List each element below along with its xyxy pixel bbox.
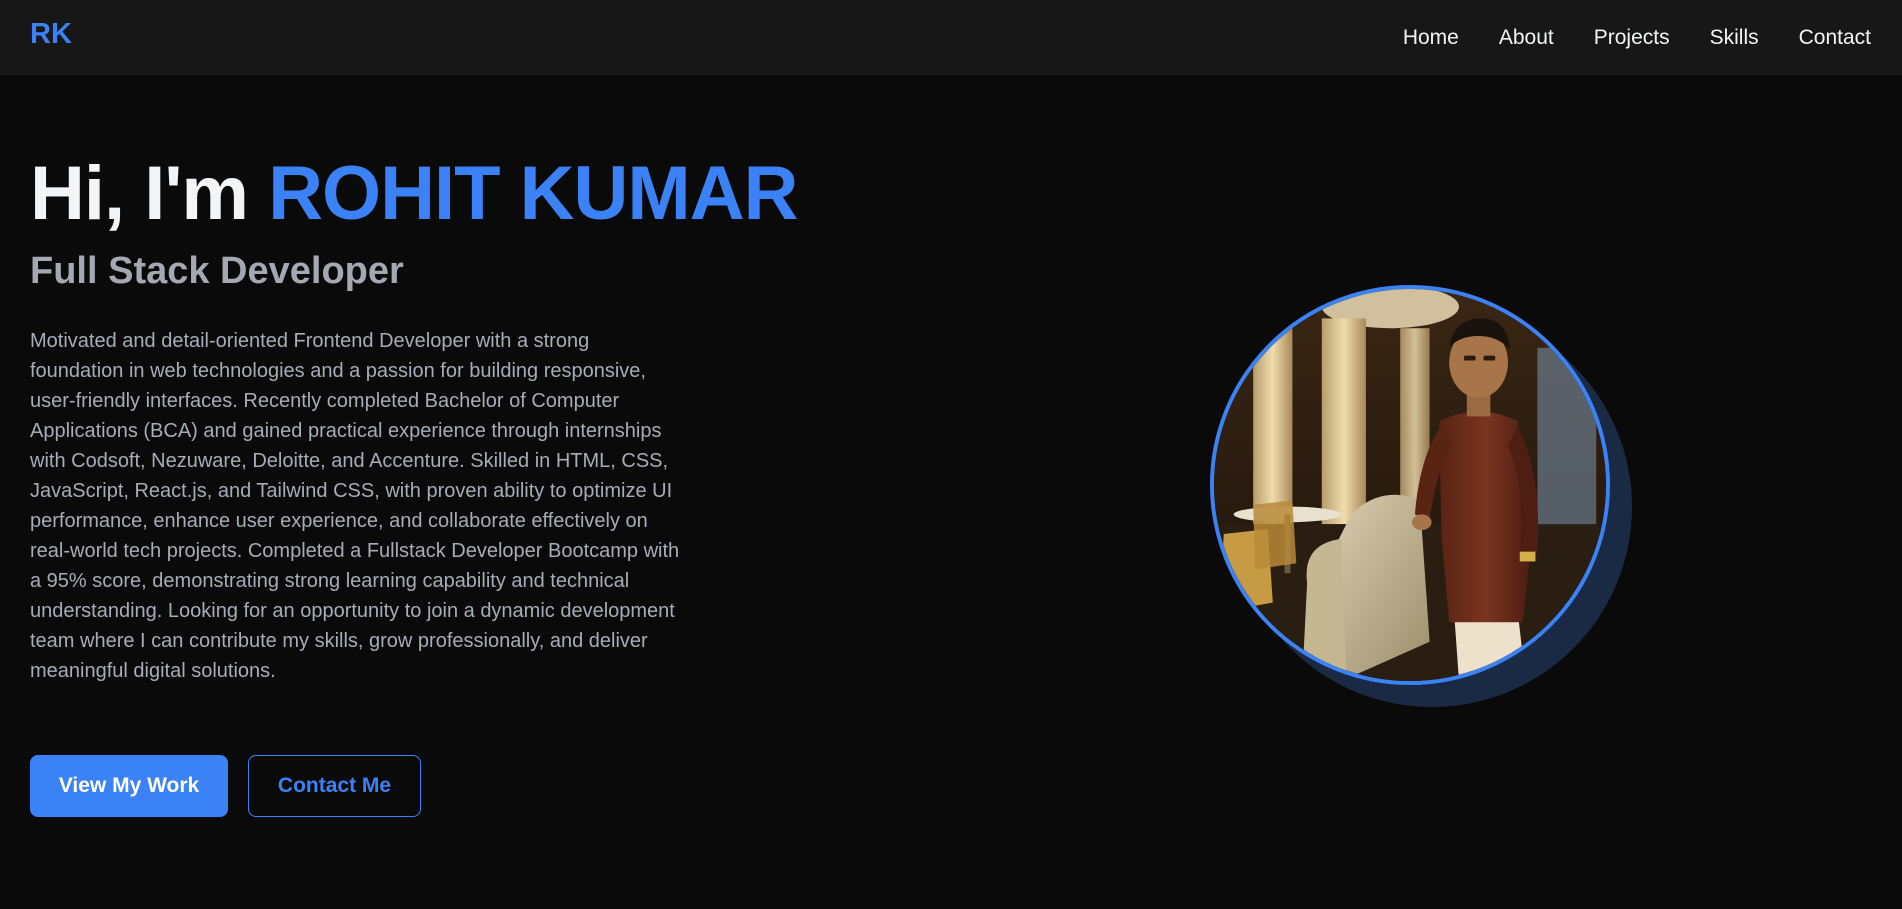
contact-me-button[interactable]: Contact Me [248,755,421,817]
profile-photo-wrapper [1210,285,1632,707]
profile-photo-image [1214,289,1606,681]
nav-link-home[interactable]: Home [1403,26,1459,50]
nav-link-projects[interactable]: Projects [1594,26,1670,50]
hero-greeting: Hi, I'm [30,151,249,236]
logo[interactable]: RK [30,18,72,51]
hero-bio: Motivated and detail-oriented Frontend D… [30,330,680,682]
nav-link-contact[interactable]: Contact [1799,26,1871,50]
hero-name: ROHIT KUMAR [268,151,798,236]
nav-link-skills[interactable]: Skills [1710,26,1759,50]
hero-title: Hi, I'm ROHIT KUMAR [30,150,799,237]
navbar: RK Home About Projects Skills Contact [0,0,1902,75]
view-my-work-button[interactable]: View My Work [30,755,228,817]
profile-photo [1210,285,1610,685]
hero-subtitle: Full Stack Developer [30,250,404,292]
nav-link-about[interactable]: About [1499,26,1554,50]
nav-links: Home About Projects Skills Contact [1363,0,1871,75]
